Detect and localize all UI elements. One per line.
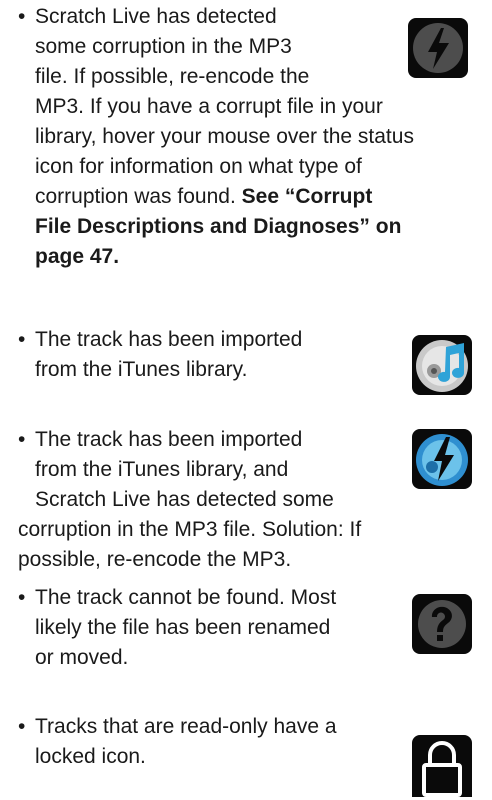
- bullet: •: [18, 328, 26, 351]
- text-line: Tracks that are read-only have a: [35, 715, 337, 738]
- cross-reference-link: File Descriptions and Diagnoses” on: [35, 215, 402, 238]
- text-line: icon for information on what type of: [35, 155, 362, 178]
- bullet: •: [18, 586, 26, 609]
- missing-file-icon: [410, 592, 474, 656]
- cross-reference-link: See “Corrupt: [241, 185, 373, 208]
- itunes-icon: [410, 333, 474, 397]
- text-line: Scratch Live has detected: [35, 5, 277, 28]
- text-line: corruption was found.: [35, 185, 236, 208]
- text-line: library, hover your mouse over the statu…: [35, 125, 414, 148]
- text-line: The track cannot be found. Most: [35, 586, 337, 609]
- bullet: •: [18, 428, 26, 451]
- text-line: MP3. If you have a corrupt file in your: [35, 95, 383, 118]
- bullet: •: [18, 5, 26, 28]
- bullet: •: [18, 715, 26, 738]
- text-line: The track has been imported: [35, 428, 303, 451]
- lock-icon: [410, 733, 474, 800]
- text-line: The track has been imported: [35, 328, 303, 351]
- text-line: possible, re-encode the MP3.: [18, 548, 292, 571]
- cross-reference-link: page 47.: [35, 245, 120, 268]
- corrupt-file-icon: [406, 16, 470, 80]
- itunes-corrupt-icon: [410, 427, 474, 491]
- text-line: corruption in the MP3 file. Solution: If: [18, 518, 362, 541]
